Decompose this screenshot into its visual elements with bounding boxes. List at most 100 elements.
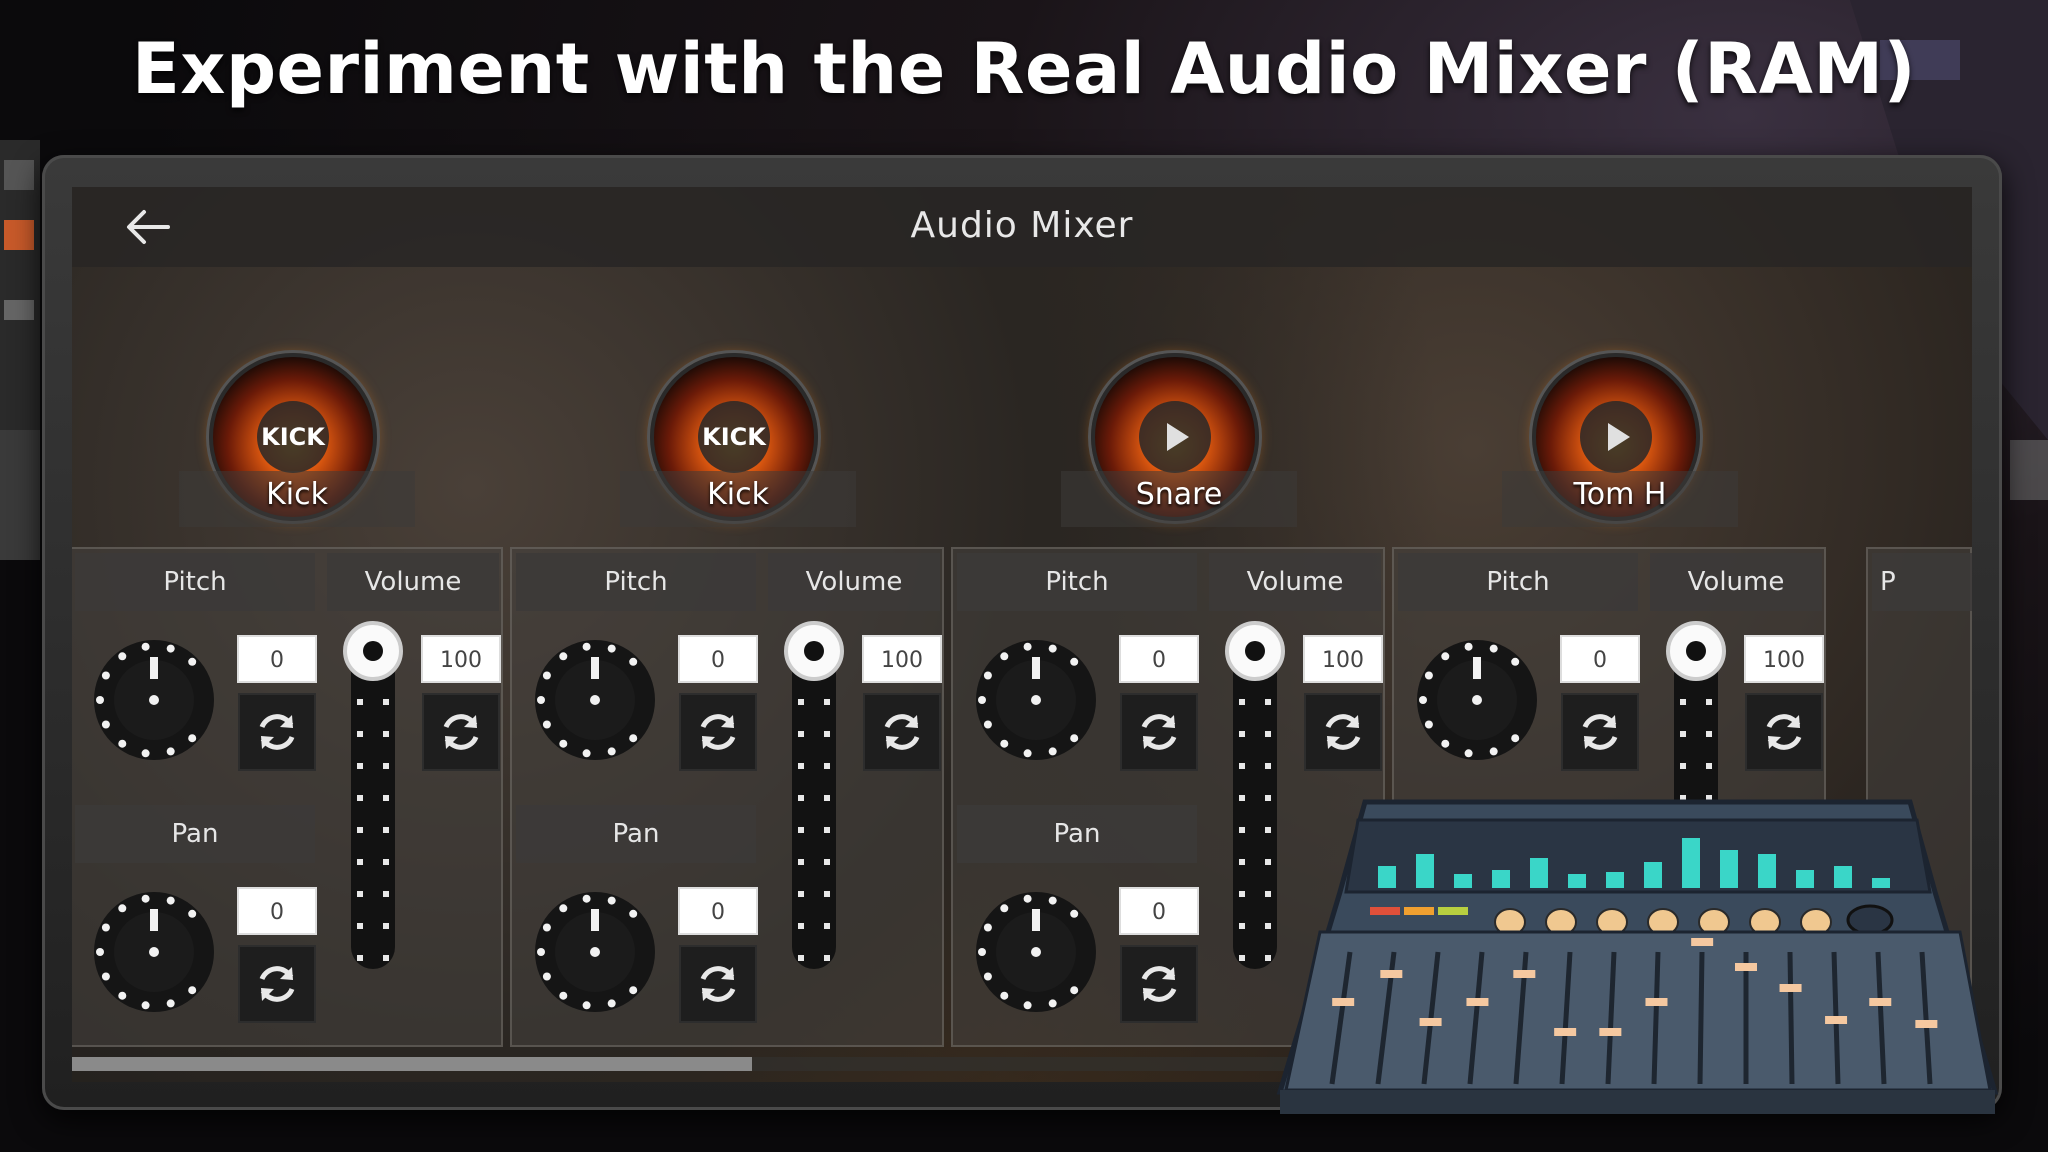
volume-slider-thumb[interactable]	[784, 621, 844, 681]
volume-tick-mark	[357, 795, 363, 801]
volume-tick-mark	[798, 923, 804, 929]
volume-slider-thumb[interactable]	[1666, 621, 1726, 681]
channel-name: Snare	[1135, 477, 1223, 512]
volume-tick-mark	[824, 923, 830, 929]
fader-cap	[1419, 1018, 1442, 1026]
volume-slider-track[interactable]	[343, 621, 403, 969]
volume-reset-button[interactable]	[422, 693, 500, 771]
volume-tick-mark	[357, 891, 363, 897]
pitch-knob[interactable]	[530, 635, 660, 765]
pitch-value-field[interactable]: 0	[1119, 635, 1199, 683]
pan-header: Pan	[516, 805, 756, 863]
volume-tick-mark	[798, 731, 804, 737]
volume-tick-mark	[383, 955, 389, 961]
pitch-knob[interactable]	[971, 635, 1101, 765]
volume-tick-mark	[1239, 827, 1245, 833]
refresh-icon	[259, 714, 295, 750]
volume-tick-mark	[383, 923, 389, 929]
volume-tick-mark	[383, 795, 389, 801]
volume-tick-mark	[798, 827, 804, 833]
pan-header: Pan	[957, 805, 1197, 863]
pan-knob[interactable]	[89, 887, 219, 1017]
eq-bar	[1834, 866, 1852, 888]
volume-tick-mark	[1265, 763, 1271, 769]
volume-value-field[interactable]: 100	[421, 635, 501, 683]
play-icon	[1608, 423, 1630, 451]
drum-pad-badge	[1580, 401, 1652, 473]
pitch-knob[interactable]	[1412, 635, 1542, 765]
volume-slider-thumb[interactable]	[343, 621, 403, 681]
volume-tick-mark	[357, 859, 363, 865]
volume-tick-mark	[1239, 891, 1245, 897]
pan-reset-button[interactable]	[1120, 945, 1198, 1023]
pan-knob-dial	[535, 892, 655, 1012]
volume-tick-mark	[1239, 923, 1245, 929]
volume-tick-mark	[357, 827, 363, 833]
volume-tick-mark	[357, 763, 363, 769]
volume-tick-mark	[798, 763, 804, 769]
pan-reset-button[interactable]	[238, 945, 316, 1023]
eq-bar	[1454, 874, 1472, 888]
fader-cap	[1645, 998, 1668, 1006]
channel-name: Kick	[266, 477, 328, 512]
volume-reset-button[interactable]	[1304, 693, 1382, 771]
pitch-reset-button[interactable]	[679, 693, 757, 771]
pitch-reset-button[interactable]	[238, 693, 316, 771]
pitch-value-field[interactable]: 0	[1560, 635, 1640, 683]
channel-name: Kick	[707, 477, 769, 512]
pitch-knob-dial	[94, 640, 214, 760]
mixer-console-illustration	[1276, 799, 1999, 1114]
fader-cap	[1735, 963, 1757, 971]
drum-pad-badge: KICK	[257, 401, 329, 473]
volume-header: Volume	[1650, 553, 1822, 611]
refresh-icon	[443, 714, 479, 750]
pan-reset-button[interactable]	[679, 945, 757, 1023]
eq-bar	[1758, 854, 1776, 888]
volume-value-field[interactable]: 100	[862, 635, 942, 683]
volume-tick-mark	[1239, 859, 1245, 865]
volume-tick-mark	[1239, 795, 1245, 801]
volume-slider-thumb[interactable]	[1225, 621, 1285, 681]
pitch-reset-button[interactable]	[1120, 693, 1198, 771]
volume-tick-mark	[824, 859, 830, 865]
fader-cap	[1825, 1016, 1848, 1024]
pitch-knob-dial	[535, 640, 655, 760]
pan-knob[interactable]	[530, 887, 660, 1017]
pitch-knob-dial	[1417, 640, 1537, 760]
fader-track	[1787, 951, 1795, 1085]
volume-tick-mark	[357, 923, 363, 929]
fader-cap	[1869, 998, 1892, 1006]
volume-slider-track[interactable]	[784, 621, 844, 969]
fader-cap	[1332, 998, 1355, 1006]
volume-reset-button[interactable]	[1745, 693, 1823, 771]
volume-tick-mark	[383, 827, 389, 833]
eq-bar	[1378, 866, 1396, 888]
eq-bar	[1530, 858, 1548, 888]
volume-tick-mark	[383, 891, 389, 897]
pad-badge-text: KICK	[702, 423, 766, 451]
refresh-icon	[1141, 714, 1177, 750]
fader-cap	[1915, 1020, 1938, 1028]
volume-tick-mark	[383, 763, 389, 769]
volume-reset-button[interactable]	[863, 693, 941, 771]
pan-knob[interactable]	[971, 887, 1101, 1017]
pitch-value-field[interactable]: 0	[237, 635, 317, 683]
volume-value-field[interactable]: 100	[1744, 635, 1824, 683]
volume-tick-mark	[824, 699, 830, 705]
pan-value-field[interactable]: 0	[1119, 887, 1199, 935]
volume-header: Volume	[1209, 553, 1381, 611]
volume-value-field[interactable]: 100	[1303, 635, 1383, 683]
pan-value-field[interactable]: 0	[678, 887, 758, 935]
scrollbar-thumb[interactable]	[72, 1057, 752, 1071]
fader-cap	[1380, 970, 1403, 978]
pitch-knob[interactable]	[89, 635, 219, 765]
pitch-value-field[interactable]: 0	[678, 635, 758, 683]
pan-value-field[interactable]: 0	[237, 887, 317, 935]
volume-tick-mark	[383, 699, 389, 705]
pan-knob-dial	[94, 892, 214, 1012]
eq-bar	[1720, 850, 1738, 888]
eq-bar	[1492, 870, 1510, 888]
fader-cap	[1513, 970, 1536, 978]
pitch-header: Pitch	[1398, 553, 1638, 611]
pitch-reset-button[interactable]	[1561, 693, 1639, 771]
